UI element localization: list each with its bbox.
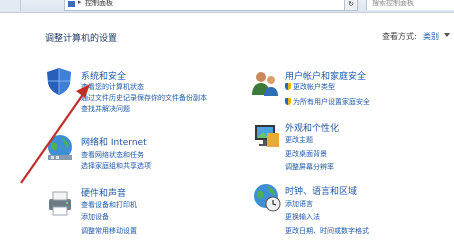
category-title-appearance[interactable]: 外观和个性化 xyxy=(285,121,339,134)
shield-icon[interactable] xyxy=(44,66,74,96)
view-by-dropdown[interactable]: 类别 xyxy=(423,31,439,42)
link-change-input-method[interactable]: 更换输入法 xyxy=(285,212,320,222)
link-mobility-settings[interactable]: 调整常用移动设置 xyxy=(81,226,137,236)
link-family-safety[interactable]: 为所有用户设置家庭安全 xyxy=(285,97,370,107)
refresh-icon[interactable]: ↻ xyxy=(344,0,358,11)
address-bar[interactable]: ▸ 控制面板 xyxy=(64,0,356,11)
network-icon[interactable] xyxy=(45,133,75,163)
category-title-network[interactable]: 网络和 Internet xyxy=(81,135,147,148)
link-desktop-background[interactable]: 更改桌面背景 xyxy=(285,149,327,159)
back-button[interactable] xyxy=(0,0,21,11)
link-change-account-type[interactable]: 更改帐户类型 xyxy=(285,82,335,92)
link-label: 更改帐户类型 xyxy=(293,83,335,91)
link-label: 为所有用户设置家庭安全 xyxy=(293,98,370,106)
category-title-user-accounts[interactable]: 用户帐户和家庭安全 xyxy=(285,69,366,82)
link-file-history-backup[interactable]: 通过文件历史记录保存你的文件备份副本 xyxy=(81,93,207,103)
search-placeholder: 搜索控制面板 xyxy=(372,0,414,7)
window-toolbar: ▸ 控制面板 ↻ 搜索控制面板 xyxy=(0,0,454,13)
view-by-label: 查看方式: xyxy=(382,32,417,41)
page-title: 调整计算机的设置 xyxy=(45,34,118,44)
address-path: 控制面板 xyxy=(85,0,113,7)
breadcrumb-separator: ▸ xyxy=(78,0,82,6)
category-title-hardware-sound[interactable]: 硬件和声音 xyxy=(81,186,126,199)
link-view-computer-status[interactable]: 查看您的计算机状态 xyxy=(81,82,144,92)
category-title-clock-region[interactable]: 时钟、语言和区域 xyxy=(285,184,357,197)
link-add-device[interactable]: 添加设备 xyxy=(81,212,109,222)
control-panel-icon xyxy=(68,1,75,7)
link-screen-resolution[interactable]: 调整屏幕分辨率 xyxy=(285,162,334,172)
link-add-language[interactable]: 添加语言 xyxy=(285,199,313,209)
category-title-system-security[interactable]: 系统和安全 xyxy=(81,69,126,82)
users-icon[interactable] xyxy=(250,68,280,98)
globe-clock-icon[interactable] xyxy=(252,182,282,212)
link-change-theme[interactable]: 更改主题 xyxy=(285,135,313,145)
link-homegroup-sharing[interactable]: 选择家庭组和共享选项 xyxy=(81,161,151,171)
search-input[interactable]: 搜索控制面板 xyxy=(366,0,454,10)
printer-icon[interactable] xyxy=(45,188,75,218)
link-date-time-format[interactable]: 更改日期、时间或数字格式 xyxy=(285,226,369,236)
display-icon[interactable] xyxy=(250,121,280,151)
uac-shield-icon xyxy=(285,83,291,90)
link-devices-printers[interactable]: 查看设备和打印机 xyxy=(81,200,137,210)
link-troubleshoot[interactable]: 查找并解决问题 xyxy=(81,104,130,114)
chevron-down-icon[interactable] xyxy=(444,33,450,37)
link-network-status[interactable]: 查看网络状态和任务 xyxy=(81,150,144,160)
uac-shield-icon xyxy=(285,98,291,105)
